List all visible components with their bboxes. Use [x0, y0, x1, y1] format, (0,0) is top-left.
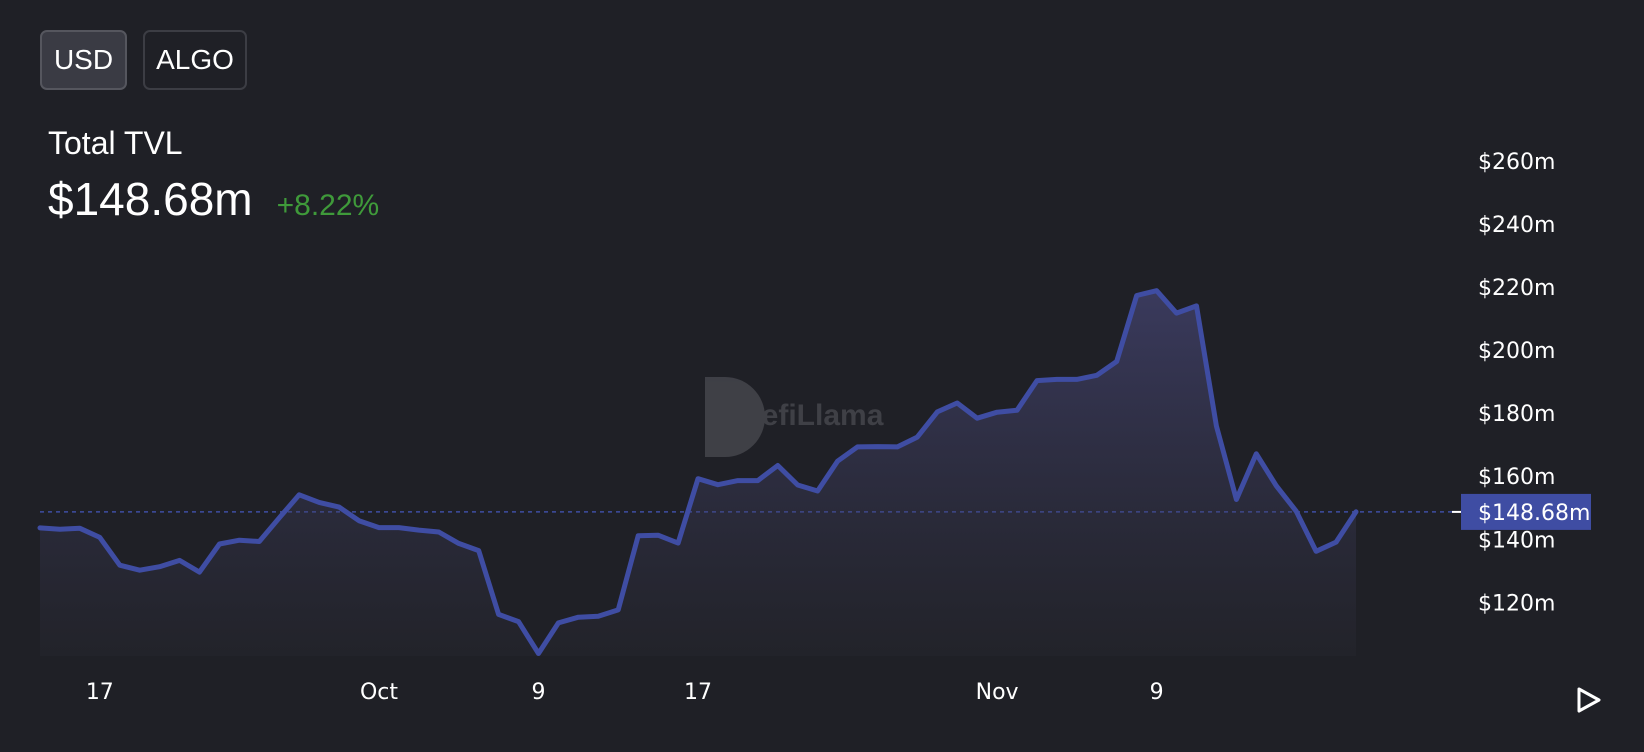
y-tick-label: $200m [1478, 339, 1555, 364]
x-tick-label: Oct [360, 680, 398, 705]
play-icon[interactable] [1572, 684, 1604, 716]
y-tick-label: $220m [1478, 276, 1555, 301]
y-axis: $120m $140m $160m $180m $200m $220m $240m $260m [1478, 150, 1555, 617]
x-axis: 17 Oct 9 17 Nov 9 [86, 680, 1164, 705]
x-tick-label: Nov [976, 680, 1019, 705]
y-tick-label: $120m [1478, 591, 1555, 616]
y-tick-label: $260m [1478, 150, 1555, 175]
y-tick-label: $180m [1478, 402, 1555, 427]
y-tick-label: $240m [1478, 213, 1555, 238]
tvl-area-fill [40, 290, 1356, 656]
x-tick-label: 17 [86, 680, 114, 705]
x-tick-label: 9 [531, 680, 545, 705]
current-value-label: $148.68m [1478, 501, 1590, 526]
x-tick-label: 17 [684, 680, 712, 705]
y-tick-label: $140m [1478, 528, 1555, 553]
tvl-chart: DefiLlama $120m $140m $160m $180m $200m $220m… [37, 150, 1591, 705]
x-tick-label: 9 [1150, 680, 1164, 705]
y-tick-label: $160m [1478, 465, 1555, 490]
watermark-text: DefiLlama [740, 399, 884, 432]
